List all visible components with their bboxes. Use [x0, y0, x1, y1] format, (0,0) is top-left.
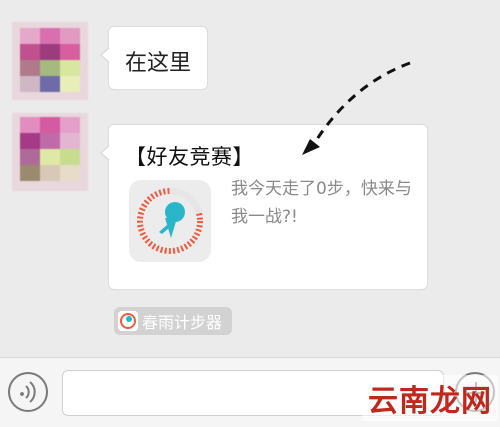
- pedometer-app-icon: [118, 311, 138, 331]
- contact-avatar[interactable]: [12, 22, 88, 100]
- dashed-arrow-icon: [302, 61, 411, 155]
- source-app-tag[interactable]: 春雨计步器: [114, 307, 233, 335]
- source-app-label: 春雨计步器: [142, 313, 223, 332]
- watermark-text: 云南龙网: [368, 384, 492, 419]
- voice-button[interactable]: [8, 372, 48, 412]
- message-text: 在这里: [125, 51, 192, 76]
- card-title: 【好友竞赛】: [125, 145, 254, 169]
- card-message: 我今天走了0步，快来与我一战?!: [231, 179, 412, 227]
- watermark-logo: 云南龙网: [362, 375, 498, 421]
- chat-area: 在这里 【好友竞赛】 我今天走了0步，快来与我一战?! 春雨计步器: [0, 0, 500, 357]
- running-figure-icon: [129, 180, 211, 262]
- contact-avatar[interactable]: [12, 113, 88, 191]
- text-message-bubble[interactable]: 在这里: [100, 26, 208, 90]
- voice-icon: [20, 381, 36, 403]
